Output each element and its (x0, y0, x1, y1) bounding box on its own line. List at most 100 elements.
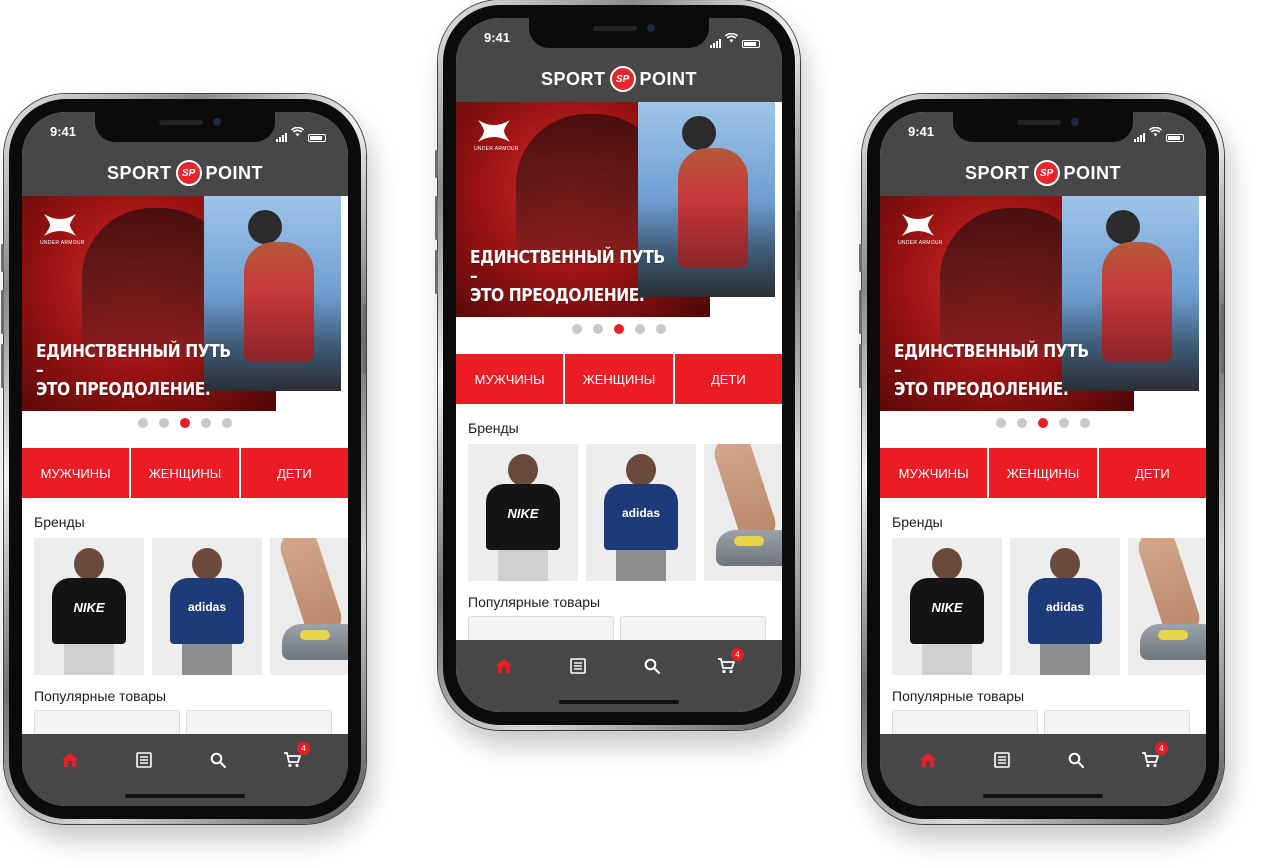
bottom-tab-bar: 4 (880, 734, 1206, 806)
banner-headline: ЕДИНСТВЕННЫЙ ПУТЬ – ЭТО ПРЕОДОЛЕНИЕ. (894, 342, 1092, 399)
brand-card-adidas[interactable]: adidas (1010, 538, 1120, 675)
cart-icon (718, 658, 735, 674)
tab-home[interactable] (916, 748, 940, 772)
carousel-dot[interactable] (138, 418, 148, 428)
under-armour-logo: UNDER ARMOUR (898, 212, 943, 246)
category-men-button[interactable]: МУЖЧИНЫ (880, 448, 990, 498)
catalog-icon (136, 752, 152, 768)
category-women-button[interactable]: ЖЕНЩИНЫ (131, 448, 241, 498)
tab-home[interactable] (492, 654, 516, 678)
status-time: 9:41 (484, 30, 511, 45)
brand-label: NIKE (507, 506, 539, 521)
brands-carousel: NIKE adidas (468, 444, 782, 581)
app-screen: 9:41 SPORT SP POINT UNDER ARMOUR ЕДИНСТВ… (456, 18, 782, 712)
category-kids-button[interactable]: ДЕТИ (1098, 448, 1206, 498)
tab-catalog[interactable] (566, 654, 590, 678)
brand-card-nike[interactable]: NIKE (892, 538, 1002, 675)
headline-line-1: ЕДИНСТВЕННЫЙ ПУТЬ – (894, 341, 1089, 381)
category-women-button[interactable]: ЖЕНЩИНЫ (989, 448, 1099, 498)
signal-icon (1134, 132, 1145, 142)
brands-carousel: NIKE adidas (892, 538, 1206, 675)
model-head (1050, 548, 1080, 580)
category-kids-button[interactable]: ДЕТИ (240, 448, 348, 498)
brands-section-title: Бренды (34, 514, 85, 530)
logo-badge: SP (175, 160, 202, 186)
carousel-dot[interactable] (1059, 418, 1069, 428)
carousel-dot[interactable] (593, 324, 603, 334)
tab-search[interactable] (1064, 748, 1088, 772)
brand-card-sneakers[interactable] (1128, 538, 1206, 675)
promo-banner[interactable]: UNDER ARMOUR ЕДИНСТВЕННЫЙ ПУТЬ – ЭТО ПРЕ… (22, 196, 348, 411)
tab-cart[interactable]: 4 (1138, 742, 1168, 772)
sneaker-accent (734, 536, 764, 546)
speaker-grille (1017, 120, 1061, 125)
pants (64, 644, 114, 675)
carousel-dot[interactable] (614, 324, 624, 334)
headline-line-1: ЕДИНСТВЕННЫЙ ПУТЬ – (36, 341, 231, 381)
category-kids-button[interactable]: ДЕТИ (674, 354, 782, 404)
front-camera (1071, 118, 1079, 126)
carousel-dot[interactable] (635, 324, 645, 334)
phone-mockup-1: 9:41 SPORT SP POINT UNDER ARMOUR ЕДИНСТВ… (1, 94, 366, 824)
bottom-tab-bar: 4 (22, 734, 348, 806)
carousel-dot[interactable] (996, 418, 1006, 428)
side-button (1, 344, 4, 388)
battery-icon (308, 134, 326, 142)
bottom-tab-bar: 4 (456, 640, 782, 712)
logo-text-right: POINT (205, 162, 264, 183)
category-men-button[interactable]: МУЖЧИНЫ (22, 448, 132, 498)
tab-catalog[interactable] (132, 748, 156, 772)
carousel-dot[interactable] (159, 418, 169, 428)
tab-search[interactable] (206, 748, 230, 772)
tab-catalog[interactable] (990, 748, 1014, 772)
signal-icon (710, 38, 721, 48)
side-button (797, 210, 800, 280)
brands-section-title: Бренды (892, 514, 943, 530)
carousel-dot[interactable] (1017, 418, 1027, 428)
carousel-dot[interactable] (222, 418, 232, 428)
tab-cart[interactable]: 4 (280, 742, 310, 772)
category-men-button[interactable]: МУЖЧИНЫ (456, 354, 566, 404)
phone-mockup-2: 9:41 SPORT SP POINT UNDER ARMOUR ЕДИНСТВ… (435, 0, 800, 730)
popular-section-title: Популярные товары (468, 594, 601, 610)
catalog-icon (994, 752, 1010, 768)
model-head (508, 454, 538, 486)
tab-cart[interactable]: 4 (714, 648, 744, 678)
carousel-dot[interactable] (572, 324, 582, 334)
sportpoint-logo[interactable]: SPORT SP POINT (541, 66, 697, 92)
brand-card-sneakers[interactable] (270, 538, 348, 675)
promo-banner[interactable]: UNDER ARMOUR ЕДИНСТВЕННЫЙ ПУТЬ – ЭТО ПРЕ… (880, 196, 1206, 411)
carousel-dot[interactable] (656, 324, 666, 334)
front-camera (647, 24, 655, 32)
status-icons (1134, 124, 1184, 142)
status-time: 9:41 (50, 124, 77, 139)
headline-line-2: ЭТО ПРЕОДОЛЕНИЕ. (894, 379, 1069, 400)
sportpoint-logo[interactable]: SPORT SP POINT (107, 160, 263, 186)
carousel-indicator (22, 418, 348, 428)
brand-label: adidas (621, 506, 660, 520)
carousel-dot[interactable] (1080, 418, 1090, 428)
pants (922, 644, 972, 675)
wifi-icon (724, 30, 739, 48)
promo-banner[interactable]: UNDER ARMOUR ЕДИНСТВЕННЫЙ ПУТЬ – ЭТО ПРЕ… (456, 102, 782, 317)
brand-card-adidas[interactable]: adidas (586, 444, 696, 581)
brand-card-adidas[interactable]: adidas (152, 538, 262, 675)
category-women-button[interactable]: ЖЕНЩИНЫ (565, 354, 675, 404)
carousel-dot[interactable] (201, 418, 211, 428)
device-notch (953, 112, 1133, 142)
brand-card-sneakers[interactable] (704, 444, 782, 581)
home-indicator (125, 794, 245, 798)
wifi-icon (1148, 124, 1163, 142)
battery-icon (742, 40, 760, 48)
sportpoint-logo[interactable]: SPORT SP POINT (965, 160, 1121, 186)
brand-card-nike[interactable]: NIKE (34, 538, 144, 675)
home-indicator (983, 794, 1103, 798)
brand-card-nike[interactable]: NIKE (468, 444, 578, 581)
carousel-dot[interactable] (1038, 418, 1048, 428)
tab-search[interactable] (640, 654, 664, 678)
carousel-dot[interactable] (180, 418, 190, 428)
speaker-grille (159, 120, 203, 125)
tab-home[interactable] (58, 748, 82, 772)
search-icon (1068, 752, 1084, 768)
speaker-grille (593, 26, 637, 31)
